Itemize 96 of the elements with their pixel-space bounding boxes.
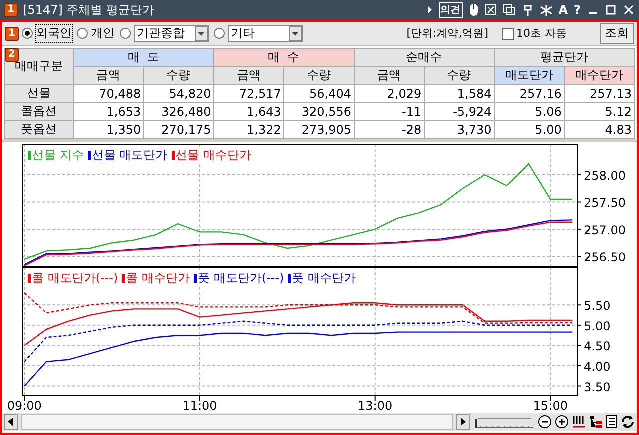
table-cell: 56,404 (284, 84, 354, 102)
radio-label[interactable]: 개인 (91, 25, 115, 42)
table-cell: 5.00 (494, 120, 564, 138)
table-cell: 257.13 (564, 84, 634, 102)
y-tick-label: 256.50 (584, 250, 626, 265)
section-badge: 2 (5, 48, 19, 62)
table-cell: 3,730 (424, 120, 494, 138)
pin-icon[interactable] (522, 4, 534, 16)
column-header: 수량 (424, 66, 494, 84)
zoom-out-icon[interactable] (538, 415, 552, 429)
y-tick-label: 257.00 (584, 223, 626, 238)
play-icon[interactable] (426, 6, 433, 14)
dropdown[interactable]: 기타 (228, 25, 303, 42)
column-header: 매 수 (214, 48, 354, 66)
radio-button[interactable] (22, 28, 33, 39)
column-header: 매 도 (74, 48, 214, 66)
dropdown-value: 기타 (231, 25, 256, 42)
x-tick-label: 09:00 (7, 399, 42, 412)
maximize-icon[interactable] (605, 4, 617, 16)
mouse-icon[interactable] (468, 3, 479, 17)
scroll-right-icon[interactable] (456, 414, 470, 430)
y-tick-label: 4.00 (584, 360, 611, 374)
scroll-left-icon[interactable] (4, 414, 18, 430)
column-header: 매수단가 (564, 66, 634, 84)
checkbox-label[interactable]: 10초 자동 (516, 26, 567, 41)
query-button[interactable]: 조회 (600, 23, 634, 44)
y-tick-label: 5.50 (584, 299, 611, 314)
row-header: 풋옵션 (4, 120, 74, 138)
table-cell: 70,488 (74, 84, 144, 102)
table-cell: -11 (354, 102, 424, 120)
tree-icon[interactable] (589, 415, 603, 429)
font-button[interactable]: A (558, 3, 568, 17)
x-tick-label: 13:00 (358, 399, 393, 412)
window-title: [5147] 주체별 평균단가 (23, 2, 155, 18)
table-cell: -28 (354, 120, 424, 138)
table-cell: 54,820 (144, 84, 214, 102)
column-header: 수량 (144, 66, 214, 84)
checkbox[interactable] (502, 28, 514, 40)
legend-item: 풋 매수단가 (288, 270, 356, 287)
x-tick-label: 15:00 (533, 399, 568, 412)
radio-button[interactable] (120, 28, 131, 39)
legend-item: 콜 매도단가(---) (28, 270, 118, 287)
legend-item: 선물 지수 (28, 147, 84, 164)
y-tick-label: 3.50 (584, 380, 611, 394)
table-cell: 2,029 (354, 84, 424, 102)
column-header: 수량 (284, 66, 354, 84)
table-cell: 257.16 (494, 84, 564, 102)
document-icon[interactable] (606, 415, 618, 429)
table-cell: 273,905 (284, 120, 354, 138)
dropdown-value: 기관종합 (137, 25, 186, 42)
close-icon[interactable] (623, 4, 635, 16)
y-tick-label: 258.00 (584, 169, 626, 184)
legend-item: 선물 매도단가 (88, 147, 168, 164)
column-header: 금액 (74, 66, 144, 84)
column-header: 금액 (354, 66, 424, 84)
legend-item: 선물 매수단가 (172, 147, 252, 164)
table-cell: 1,350 (74, 120, 144, 138)
table-cell: 1,584 (424, 84, 494, 102)
table-cell: 4.83 (564, 120, 634, 138)
bars-icon[interactable] (572, 415, 586, 429)
legend-item: 풋 매도단가(---) (194, 270, 284, 287)
table-cell: 320,556 (284, 102, 354, 120)
screen-number-badge: 1 (4, 3, 18, 17)
unit-label: [단위:계약,억원] (406, 26, 488, 41)
table-cell: 326,480 (144, 102, 214, 120)
column-header: 순매수 (354, 48, 494, 66)
table-cell: -5,924 (424, 102, 494, 120)
table-cell: 5.12 (564, 102, 634, 120)
row-header: 콜옵션 (4, 102, 74, 120)
table-cell: 1,643 (214, 102, 284, 120)
legend-item: 콜 매수단가 (122, 270, 190, 287)
table-cell: 1,653 (74, 102, 144, 120)
help-button[interactable]: ? (574, 3, 581, 17)
table-cell: 5.06 (494, 102, 564, 120)
table-cell: 1,322 (214, 120, 284, 138)
y-tick-label: 257.50 (584, 196, 626, 210)
radio-label[interactable]: 외국인 (36, 25, 72, 42)
column-header: 매도단가 (494, 66, 564, 84)
radio-button[interactable] (77, 28, 88, 39)
boxed-x-icon[interactable] (484, 4, 497, 16)
zoom-in-icon[interactable] (555, 415, 569, 429)
column-header: 평균단가 (494, 48, 634, 66)
y-tick-label: 5.00 (584, 319, 611, 334)
windows-icon[interactable] (502, 4, 516, 16)
dropdown[interactable]: 기관종합 (134, 25, 209, 42)
section-badge: 1 (5, 26, 19, 40)
column-header: 금액 (214, 66, 284, 84)
table-cell: 72,517 (214, 84, 284, 102)
refresh-icon[interactable] (621, 415, 635, 429)
row-header: 선물 (4, 84, 74, 102)
asterisk-icon[interactable] (540, 4, 553, 16)
opinion-button[interactable]: 의견 (438, 2, 463, 18)
table-cell: 270,175 (144, 120, 214, 138)
x-tick-label: 11:00 (182, 399, 218, 412)
y-tick-label: 4.50 (584, 340, 611, 354)
radio-button[interactable] (214, 28, 225, 39)
